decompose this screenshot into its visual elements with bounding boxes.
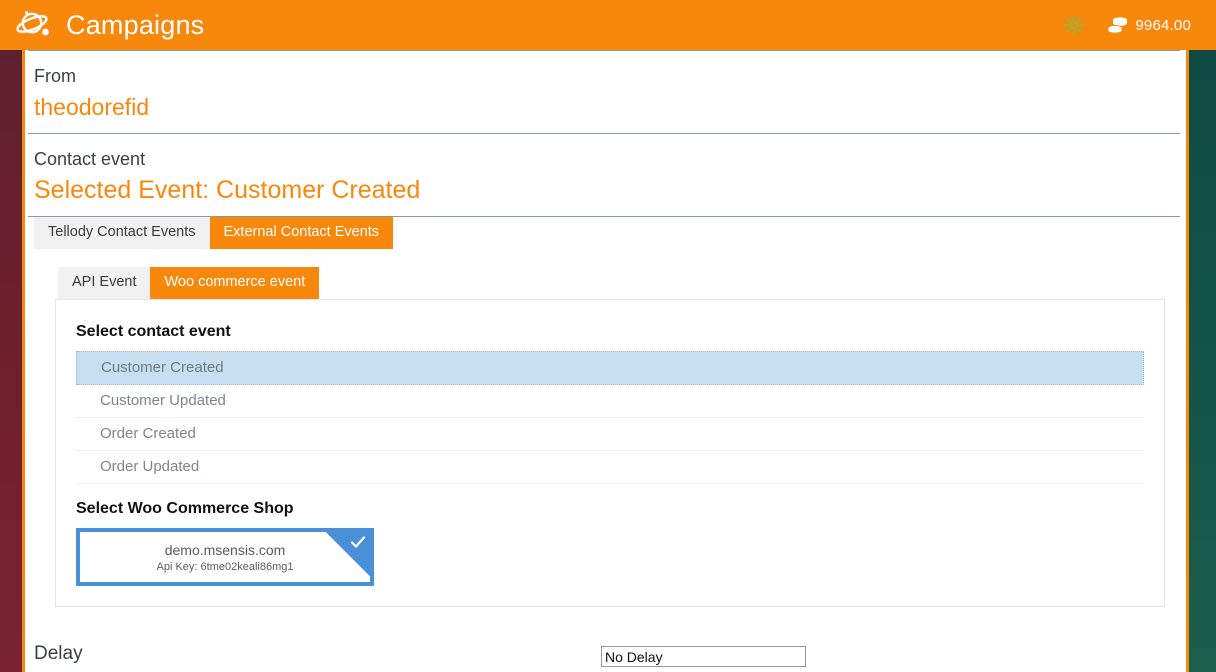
from-value[interactable]: theodorefid [34,91,1186,123]
main-content: From theodorefid Contact event Selected … [28,50,1186,672]
left-sidebar-rail [0,50,25,672]
list-item[interactable]: Order Created [76,418,1144,451]
contact-event-value[interactable]: Selected Event: Customer Created [34,174,1186,206]
check-icon [350,536,366,548]
header-actions: 9964.00 [1063,14,1216,36]
tab-tellody-contact-events[interactable]: Tellody Contact Events [34,217,210,249]
shop-api-key: Api Key: 6tme02keali86mg1 [156,560,294,573]
shop-domain: demo.msensis.com [164,541,286,558]
app-root: Campaigns 9964.00 From theodorefid Conta… [0,0,1216,672]
page-title: Campaigns [66,9,205,40]
delay-input[interactable] [601,646,806,667]
list-item[interactable]: Customer Updated [76,385,1144,418]
credits-indicator[interactable]: 9964.00 [1107,15,1191,35]
contact-event-field-block: Contact event Selected Event: Customer C… [28,134,1186,216]
woo-commerce-panel: Select contact event Customer Created Cu… [55,299,1165,607]
planet-icon[interactable] [12,7,58,43]
coins-icon [1107,15,1129,35]
select-woo-shop-heading: Select Woo Commerce Shop [76,500,294,517]
contact-event-label: Contact event [34,149,146,169]
from-label: From [34,66,76,86]
list-item[interactable]: Customer Created [76,351,1144,385]
tab-api-event[interactable]: API Event [58,267,151,299]
from-field-block: From theodorefid [28,51,1186,133]
delay-row: Delay [28,636,1186,672]
tab-woo-commerce-event[interactable]: Woo commerce event [150,267,320,299]
contact-event-list: Customer Created Customer Updated Order … [76,351,1144,484]
sun-icon[interactable] [1063,14,1085,36]
app-header: Campaigns 9964.00 [0,0,1216,50]
list-item[interactable]: Order Updated [76,451,1144,484]
credits-amount: 9964.00 [1135,16,1191,34]
delay-label: Delay [34,643,83,664]
woo-shop-card[interactable]: demo.msensis.com Api Key: 6tme02keali86m… [76,528,374,586]
select-contact-event-heading: Select contact event [76,323,231,340]
right-sidebar-rail [1186,50,1216,672]
tab-external-contact-events[interactable]: External Contact Events [209,217,394,249]
primary-tabs: Tellody Contact Events External Contact … [28,217,1186,249]
secondary-tabs: API Event Woo commerce event [28,267,1186,299]
